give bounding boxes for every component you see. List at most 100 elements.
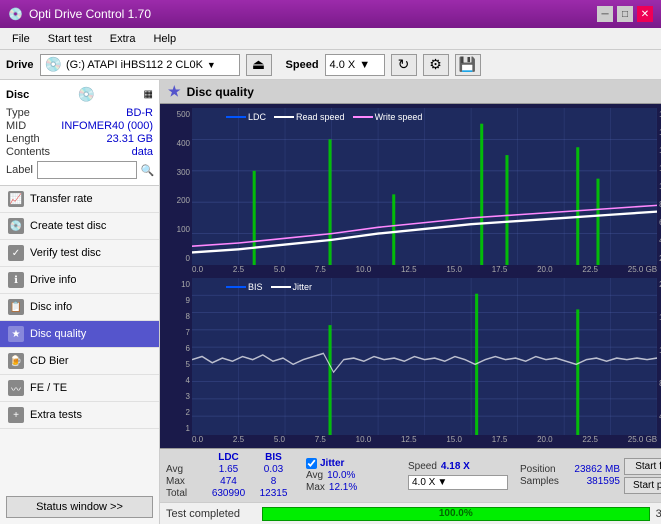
position-label: Position <box>520 464 556 475</box>
cd-bier-icon: 🍺 <box>8 353 24 369</box>
drive-info-icon: ℹ <box>8 272 24 288</box>
stats-total-row: Total 630990 12315 <box>166 488 296 499</box>
jitter-max-value: 12.1% <box>329 482 357 493</box>
fe-te-icon: 〰 <box>8 380 24 396</box>
menu-start-test[interactable]: Start test <box>40 31 100 47</box>
menu-help[interactable]: Help <box>145 31 184 47</box>
progress-percent: 100.0% <box>263 508 649 520</box>
speed-select[interactable]: 4.0 X ▼ <box>325 54 385 76</box>
chart2-y-axis-right: 20% 16% 12% 8% 4% <box>657 278 661 435</box>
avg-label: Avg <box>166 464 206 475</box>
disc-contents-value: data <box>132 146 153 158</box>
minimize-button[interactable]: ─ <box>597 6 613 22</box>
position-row: Position 23862 MB <box>520 464 620 475</box>
disc-options-icon[interactable]: ▦ <box>144 89 153 100</box>
disc-label-icon[interactable]: 🔍 <box>141 164 155 177</box>
chart1-svg <box>192 108 657 265</box>
eject-button[interactable]: ⏏ <box>246 54 272 76</box>
chart2-wrapper: 10 9 8 7 6 5 4 3 2 1 <box>164 278 661 435</box>
sidebar-item-disc-quality[interactable]: ★ Disc quality <box>0 321 159 348</box>
sidebar-item-verify-test[interactable]: ✓ Verify test disc <box>0 240 159 267</box>
nav-items: 📈 Transfer rate 💿 Create test disc ✓ Ver… <box>0 186 159 490</box>
verify-test-icon: ✓ <box>8 245 24 261</box>
app-title: Opti Drive Control 1.70 <box>29 7 151 21</box>
stats-max-row: Max 474 8 <box>166 476 296 487</box>
write-speed-legend-label: Write speed <box>375 112 423 122</box>
sidebar-item-fe-te[interactable]: 〰 FE / TE <box>0 375 159 402</box>
save-button[interactable]: 💾 <box>455 54 481 76</box>
drive-select[interactable]: 💿 (G:) ATAPI iHBS112 2 CL0K ▼ <box>40 54 240 76</box>
max-bis: 8 <box>251 476 296 487</box>
title-bar: 💿 Opti Drive Control 1.70 ─ □ ✕ <box>0 0 661 28</box>
disc-type-value: BD-R <box>126 107 153 119</box>
start-full-button[interactable]: Start full <box>624 458 661 475</box>
app-icon: 💿 <box>8 7 23 21</box>
content-header: ★ Disc quality <box>160 80 661 104</box>
sidebar-item-disc-info[interactable]: 📋 Disc info <box>0 294 159 321</box>
position-section: Position 23862 MB Samples 381595 <box>520 464 620 487</box>
drive-bar: Drive 💿 (G:) ATAPI iHBS112 2 CL0K ▼ ⏏ Sp… <box>0 50 661 80</box>
disc-icon: 💿 <box>78 86 95 103</box>
progress-status: Test completed <box>166 508 256 520</box>
chart1-legend: LDC Read speed Write speed <box>222 110 426 124</box>
jitter-checkbox[interactable] <box>306 458 317 469</box>
jitter-max-label: Max <box>306 482 325 493</box>
fe-te-label: FE / TE <box>30 382 67 394</box>
maximize-button[interactable]: □ <box>617 6 633 22</box>
disc-header: Disc 💿 ▦ <box>6 86 153 103</box>
disc-type-label: Type <box>6 107 30 119</box>
sidebar-item-cd-bier[interactable]: 🍺 CD Bier <box>0 348 159 375</box>
verify-test-label: Verify test disc <box>30 247 101 259</box>
disc-mid-row: MID INFOMER40 (000) <box>6 120 153 132</box>
disc-length-row: Length 23.31 GB <box>6 133 153 145</box>
max-ldc: 474 <box>206 476 251 487</box>
drive-info-label: Drive info <box>30 274 76 286</box>
chart2-inner: BIS Jitter <box>192 278 657 435</box>
sidebar-item-create-test[interactable]: 💿 Create test disc <box>0 213 159 240</box>
progress-bar-row: Test completed 100.0% 33:13 <box>160 502 661 524</box>
content-header-icon: ★ <box>168 83 181 100</box>
title-bar-controls: ─ □ ✕ <box>597 6 653 22</box>
chart1-wrapper: 500 400 300 200 100 0 LDC <box>164 108 661 265</box>
jitter-avg-value: 10.0% <box>327 470 355 481</box>
disc-label-input[interactable] <box>37 161 137 179</box>
chart2-container: 10 9 8 7 6 5 4 3 2 1 <box>164 278 661 444</box>
speed-dropdown-arrow: ▼ <box>437 477 447 488</box>
menu-extra[interactable]: Extra <box>102 31 144 47</box>
status-window-button[interactable]: Status window >> <box>6 496 153 518</box>
close-button[interactable]: ✕ <box>637 6 653 22</box>
menu-file[interactable]: File <box>4 31 38 47</box>
start-part-button[interactable]: Start part <box>624 477 661 494</box>
disc-length-value: 23.31 GB <box>107 133 153 145</box>
sidebar-item-extra-tests[interactable]: + Extra tests <box>0 402 159 429</box>
disc-info-label: Disc info <box>30 301 72 313</box>
bis-header: BIS <box>251 452 296 463</box>
drive-value: (G:) ATAPI iHBS112 2 CL0K <box>66 59 203 71</box>
transfer-rate-label: Transfer rate <box>30 193 93 205</box>
samples-row: Samples 381595 <box>520 476 620 487</box>
extra-tests-label: Extra tests <box>30 409 82 421</box>
chart1-container: 500 400 300 200 100 0 LDC <box>164 108 661 274</box>
disc-type-row: Type BD-R <box>6 107 153 119</box>
refresh-button[interactable]: ↻ <box>391 54 417 76</box>
bottom-stats: LDC BIS Avg 1.65 0.03 Max 474 8 Total <box>160 448 661 502</box>
charts-container: 500 400 300 200 100 0 LDC <box>160 104 661 448</box>
jitter-avg-label: Avg <box>306 470 323 481</box>
position-value: 23862 MB <box>574 464 620 475</box>
chart2-legend: BIS Jitter <box>222 280 316 294</box>
read-speed-legend-color <box>274 116 294 118</box>
speed-dropdown[interactable]: 4.0 X ▼ <box>408 475 508 490</box>
settings-button[interactable]: ⚙ <box>423 54 449 76</box>
sidebar-item-drive-info[interactable]: ℹ Drive info <box>0 267 159 294</box>
sidebar-item-transfer-rate[interactable]: 📈 Transfer rate <box>0 186 159 213</box>
avg-bis: 0.03 <box>251 464 296 475</box>
chart1-y-axis-right: 18X 16X 14X 12X 10X 8X 6X 4X 2X <box>657 108 661 265</box>
samples-label: Samples <box>520 476 559 487</box>
bis-legend-label: BIS <box>248 282 263 292</box>
chart2-y-axis-left: 10 9 8 7 6 5 4 3 2 1 <box>164 278 192 435</box>
content-area: ★ Disc quality 500 400 300 200 100 0 <box>160 80 661 524</box>
disc-length-label: Length <box>6 133 40 145</box>
sidebar: Disc 💿 ▦ Type BD-R MID INFOMER40 (000) L… <box>0 80 160 524</box>
transfer-rate-icon: 📈 <box>8 191 24 207</box>
total-label: Total <box>166 488 206 499</box>
